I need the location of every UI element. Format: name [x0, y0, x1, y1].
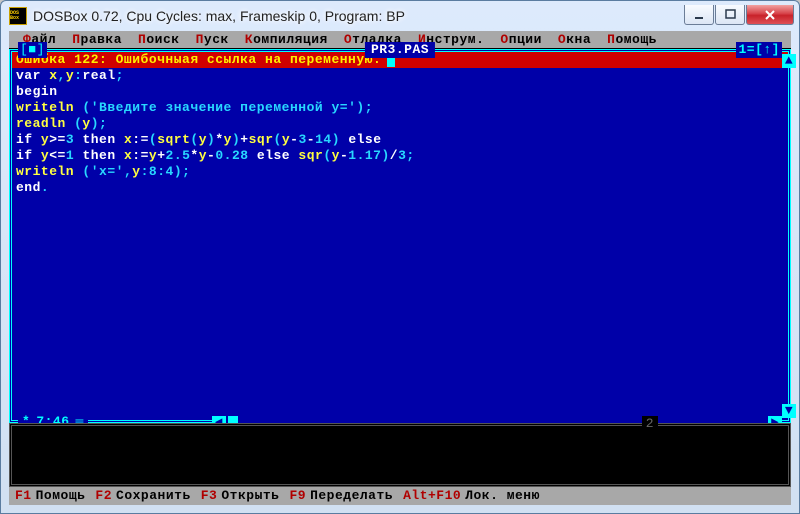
code-line[interactable]: writeln ('x=',y:8:4); — [16, 164, 784, 180]
output-window-number: 2 — [642, 416, 658, 432]
editor-filename: PR3.PAS — [365, 42, 435, 58]
close-button[interactable] — [746, 5, 794, 25]
code-line[interactable]: begin — [16, 84, 784, 100]
hint-key: F2 — [95, 488, 112, 504]
hint-label: Лок. меню — [465, 488, 540, 504]
maximize-button[interactable] — [715, 5, 745, 25]
menu-item[interactable]: Правка — [64, 32, 130, 48]
menu-item[interactable]: Окна — [550, 32, 599, 48]
scroll-up-arrow[interactable]: ▲ — [782, 54, 796, 68]
vertical-scrollbar[interactable]: ▲ ▼ — [787, 58, 790, 414]
scroll-down-arrow[interactable]: ▼ — [782, 404, 796, 418]
code-line[interactable]: readln (y); — [16, 116, 784, 132]
hint-bar: F1Помощь F2Сохранить F3Открыть F9Переделать… — [9, 487, 791, 505]
editor-window[interactable]: [■] PR3.PAS 1=[↑] Ошибка 122: Ошибочныая… — [9, 49, 791, 423]
hint-key: F3 — [201, 488, 218, 504]
output-panel[interactable]: 2 — [9, 423, 791, 487]
hint-key: F9 — [289, 488, 306, 504]
menu-item[interactable]: Поиск — [130, 32, 188, 48]
window-frame: DOS Box DOSBox 0.72, Cpu Cycles: max, Fr… — [0, 0, 800, 514]
hint-label: Переделать — [310, 488, 393, 504]
code-line[interactable]: writeln ('Введите значение переменной y=… — [16, 100, 784, 116]
menu-item[interactable]: Опции — [492, 32, 550, 48]
menu-item[interactable]: Компиляция — [237, 32, 336, 48]
code-line[interactable]: end. — [16, 180, 784, 196]
editor-right-gadgets[interactable]: 1=[↑] — [736, 42, 782, 58]
titlebar[interactable]: DOS Box DOSBox 0.72, Cpu Cycles: max, Fr… — [1, 1, 799, 31]
minimize-button[interactable] — [684, 5, 714, 25]
menu-item[interactable]: Пуск — [188, 32, 237, 48]
hint-label: Сохранить — [116, 488, 191, 504]
code-line[interactable]: if y>=3 then x:=(sqrt(y)*y)+sqr(y-3-14) … — [16, 132, 784, 148]
hint-label: Помощь — [36, 488, 86, 504]
menu-item[interactable]: Помощь — [599, 32, 665, 48]
dos-client-area: ФайлПравкаПоискПускКомпиляцияОтладкаИнст… — [9, 31, 791, 505]
code-line[interactable]: var x,y:real; — [16, 68, 784, 84]
tp-desktop: [■] PR3.PAS 1=[↑] Ошибка 122: Ошибочныая… — [9, 49, 791, 423]
hint-key: Alt+F10 — [403, 488, 461, 504]
editor-close-gadget[interactable]: [■] — [18, 42, 47, 58]
hint-label: Открыть — [221, 488, 279, 504]
code-line[interactable]: if y<=1 then x:=y+2.5*y-0.28 else sqr(y-… — [16, 148, 784, 164]
dosbox-icon: DOS Box — [9, 7, 27, 25]
hint-key: F1 — [15, 488, 32, 504]
code-area[interactable]: var x,y:real;beginwriteln ('Введите знач… — [12, 68, 788, 196]
window-title: DOSBox 0.72, Cpu Cycles: max, Frameskip … — [33, 9, 684, 23]
